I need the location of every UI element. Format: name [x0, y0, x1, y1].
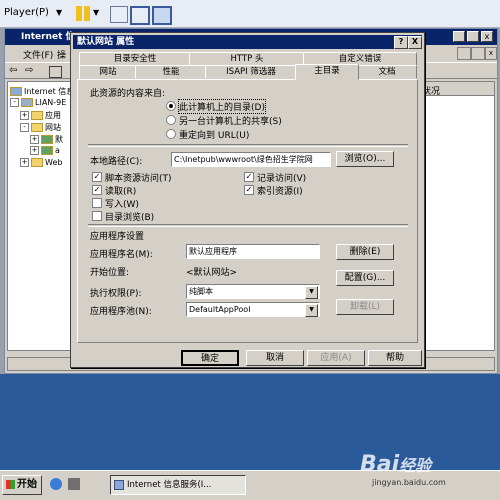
configure-button[interactable]: 配置(G)... — [336, 270, 394, 286]
dropdown-arrow-icon-2[interactable]: ▼ — [93, 8, 109, 23]
cancel-button[interactable]: 取消 — [246, 350, 304, 366]
tab-home-directory[interactable]: 主目录 — [295, 64, 359, 80]
status-column-header[interactable]: 状况 — [414, 82, 494, 97]
help-icon[interactable]: ? — [394, 36, 408, 49]
app-name-label: 应用程序名(M): — [90, 250, 153, 260]
local-path-input[interactable]: C:\Inetpub\wwwroot\绿色招生学院网 — [171, 152, 331, 167]
tree-item-site-a[interactable]: + a — [30, 146, 60, 157]
radio-network-share[interactable] — [166, 115, 176, 125]
close-icon[interactable]: x — [481, 31, 493, 42]
app-pool-select[interactable]: DefaultAppPool ▼ — [186, 302, 320, 317]
network-icon[interactable] — [110, 6, 128, 23]
checkbox-write-label: 写入(W) — [105, 200, 139, 210]
close-icon[interactable]: X — [408, 36, 422, 49]
tree-item-default-site[interactable]: + 默 — [30, 134, 63, 145]
back-icon[interactable]: ⇦ — [9, 65, 17, 76]
browse-button[interactable]: 浏览(O)... — [336, 151, 394, 167]
dialog-title: 默认网站 属性 ? X — [73, 35, 422, 49]
checkbox-read[interactable]: ✓ — [92, 185, 102, 195]
menu-action[interactable]: 操 — [57, 48, 66, 61]
window-icon[interactable] — [152, 6, 172, 25]
baidu-watermark: Bai经验 — [360, 452, 432, 477]
tab-performance[interactable]: 性能 — [135, 65, 207, 79]
fullscreen-icon[interactable] — [130, 6, 150, 25]
start-button[interactable]: 开始 — [2, 475, 42, 495]
local-path-label: 本地路径(C): — [90, 157, 143, 167]
iis-icon — [114, 480, 124, 490]
start-point-label: 开始位置: — [90, 268, 130, 278]
checkbox-index-resource[interactable]: ✓ — [244, 185, 254, 195]
radio-local-directory[interactable] — [166, 101, 176, 111]
ie-icon[interactable] — [50, 478, 62, 490]
exec-permissions-select[interactable]: 纯脚本 ▼ — [186, 284, 320, 299]
minimize-icon[interactable] — [453, 31, 465, 42]
apply-button[interactable]: 应用(A) — [307, 350, 365, 366]
forward-icon[interactable]: ⇨ — [25, 65, 33, 76]
menu-file[interactable]: 文件(F) — [23, 48, 53, 61]
radio-redirect-url-label: 重定向到 URL(U) — [179, 131, 250, 141]
windows-logo-icon — [6, 480, 15, 489]
checkbox-dir-browse-label: 目录浏览(B) — [105, 213, 155, 223]
tab-isapi-filters[interactable]: ISAPI 筛选器 — [205, 65, 297, 79]
player-menu[interactable]: Player(P) — [4, 7, 49, 18]
app-name-input[interactable]: 默认应用程序 — [186, 244, 320, 259]
dropdown-arrow-icon[interactable]: ▼ — [56, 8, 72, 23]
exec-permissions-label: 执行权限(P): — [90, 289, 142, 299]
radio-redirect-url[interactable] — [166, 129, 176, 139]
player-toolbar: Player(P) ▼ ▼ — [0, 0, 500, 28]
tree-item-iis[interactable]: Internet 信息 — [10, 86, 74, 97]
group-divider — [88, 144, 408, 147]
checkbox-read-label: 读取(R) — [105, 187, 137, 197]
tree-item-sites[interactable]: - 网站 — [20, 122, 61, 133]
maximize-icon[interactable] — [467, 31, 479, 42]
checkbox-index-resource-label: 索引资源(I) — [257, 187, 303, 197]
start-point-value: <默认网站> — [186, 268, 238, 278]
help-button[interactable]: 帮助 — [368, 350, 422, 366]
chevron-down-icon[interactable]: ▼ — [305, 286, 318, 299]
checkbox-script-source[interactable]: ✓ — [92, 172, 102, 182]
checkbox-log-visits[interactable]: ✓ — [244, 172, 254, 182]
tree-item-web-ext[interactable]: + Web — [20, 158, 62, 169]
app-settings-divider — [88, 224, 408, 227]
mdi-close-icon[interactable]: x — [485, 47, 497, 60]
chevron-down-icon-2[interactable]: ▼ — [305, 304, 318, 317]
tab-directory-security[interactable]: 目录安全性 — [79, 52, 191, 66]
tree-item-apppools[interactable]: + 应用 — [20, 110, 61, 121]
taskbar-item-iis[interactable]: Internet 信息服务(I... — [110, 475, 246, 495]
pause-icon-bar — [84, 6, 90, 21]
watermark-url: jingyan.baidu.com — [372, 478, 446, 487]
checkbox-write[interactable] — [92, 198, 102, 208]
view-icon[interactable] — [49, 66, 62, 78]
ok-button[interactable]: 确定 — [181, 350, 239, 366]
unload-button[interactable]: 卸载(L) — [336, 299, 394, 315]
tab-http-headers[interactable]: HTTP 头 — [189, 52, 305, 66]
mdi-minimize-icon[interactable] — [457, 47, 471, 60]
radio-network-share-label: 另一台计算机上的共享(S) — [179, 117, 282, 127]
tree-item-server[interactable]: - LIAN-9E — [10, 98, 66, 109]
mdi-restore-icon[interactable] — [471, 47, 485, 60]
desktop-icon[interactable] — [68, 478, 80, 490]
app-settings-label: 应用程序设置 — [90, 232, 145, 242]
checkbox-log-visits-label: 记录访问(V) — [257, 174, 307, 184]
content-source-label: 此资源的内容来自: — [90, 89, 166, 99]
iis-list-pane: 状况 — [413, 81, 495, 351]
radio-local-directory-label: 此计算机上的目录(D) — [178, 99, 266, 114]
tab-website[interactable]: 网站 — [79, 65, 137, 79]
checkbox-script-source-label: 脚本资源访问(T) — [105, 174, 172, 184]
pause-icon[interactable] — [76, 6, 82, 21]
properties-dialog: 默认网站 属性 ? X 目录安全性 HTTP 头 自定义错误 网站 性能 ISA… — [70, 32, 425, 368]
tab-documents[interactable]: 文档 — [357, 65, 417, 79]
iis-tree-pane: Internet 信息 - LIAN-9E + 应用 - 网站 + 默 + a + Web — [7, 81, 77, 351]
remove-button[interactable]: 删除(E) — [336, 244, 394, 260]
home-directory-panel: 此资源的内容来自: 此计算机上的目录(D) 另一台计算机上的共享(S) 重定向到… — [77, 79, 418, 343]
checkbox-dir-browse[interactable] — [92, 211, 102, 221]
app-pool-label: 应用程序池(N): — [90, 307, 152, 317]
